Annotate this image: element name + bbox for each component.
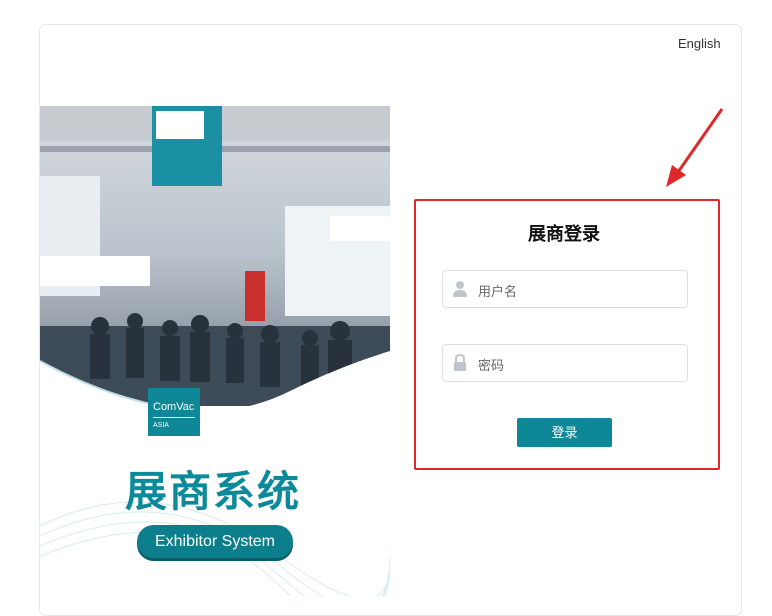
comvac-asia-badge: ComVac ASIA xyxy=(148,388,200,436)
password-field[interactable]: 密码 xyxy=(442,344,688,382)
poster-title-en: Exhibitor System xyxy=(137,525,293,558)
login-title: 展商登录 xyxy=(528,224,600,244)
poster-title-cn: 展商系统 xyxy=(125,467,302,516)
exhibition-hall-photo xyxy=(40,106,390,406)
badge-bottom-text: ASIA xyxy=(153,422,169,429)
lock-icon xyxy=(454,354,466,371)
login-button[interactable]: 登录 xyxy=(517,418,612,447)
password-placeholder: 密码 xyxy=(478,358,505,373)
red-arrow-annotation xyxy=(666,108,724,187)
exhibition-poster xyxy=(40,106,390,596)
badge-divider xyxy=(153,417,195,418)
language-switch-link[interactable]: English xyxy=(678,36,721,51)
user-icon xyxy=(453,281,467,297)
username-field[interactable]: 用户名 xyxy=(442,270,688,308)
badge-top-text: ComVac xyxy=(153,401,195,413)
username-placeholder: 用户名 xyxy=(478,284,518,299)
